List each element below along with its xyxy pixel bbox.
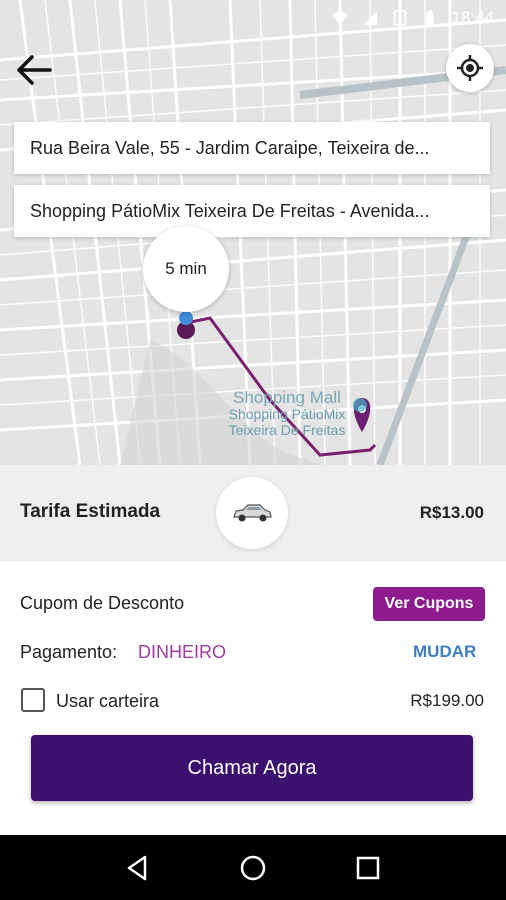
status-time: 18:44: [451, 8, 494, 27]
vehicle-selector[interactable]: [216, 477, 288, 549]
crosshair-icon: [457, 55, 483, 81]
back-button[interactable]: [12, 48, 56, 92]
signal-icon: [363, 10, 378, 26]
fare-value: R$13.00: [419, 503, 484, 522]
poi-category: Shopping Mall: [233, 388, 341, 407]
back-triangle-icon[interactable]: [123, 853, 153, 883]
eta-text: 5 min: [165, 259, 207, 278]
payment-method: DINHEIRO: [138, 642, 227, 662]
payment-label: Pagamento:: [20, 642, 118, 662]
recents-square-icon[interactable]: [353, 853, 383, 883]
booking-panel: Cupom de Desconto Ver Cupons Pagamento: …: [0, 562, 506, 835]
call-now-button[interactable]: Chamar Agora: [31, 735, 473, 801]
view-coupons-button[interactable]: Ver Cupons: [373, 587, 485, 621]
coupon-label: Cupom de Desconto: [20, 593, 185, 613]
wallet-balance: R$199.00: [410, 691, 484, 710]
wifi-icon: [332, 11, 349, 25]
use-wallet-label[interactable]: Usar carteira: [56, 691, 159, 712]
poi-name-line2: Teixeira De Freitas: [228, 422, 346, 438]
eta-bubble: 5 min: [143, 226, 229, 312]
my-location-button[interactable]: [446, 44, 494, 92]
destination-address-field[interactable]: Shopping PátioMix Teixeira De Freitas - …: [14, 185, 490, 237]
status-bar: 18:44: [0, 0, 506, 36]
destination-address-text: Shopping PátioMix Teixeira De Freitas - …: [30, 200, 430, 221]
origin-address-text: Rua Beira Vale, 55 - Jardim Caraipe, Tei…: [30, 137, 430, 158]
arrow-left-icon: [17, 55, 52, 85]
battery-icon: [426, 9, 435, 26]
origin-address-field[interactable]: Rua Beira Vale, 55 - Jardim Caraipe, Tei…: [14, 122, 490, 174]
use-wallet-checkbox[interactable]: [21, 688, 45, 712]
fare-label: Tarifa Estimada: [20, 501, 161, 522]
poi-label: Shopping Mall Shopping PátioMix Teixeira…: [212, 388, 362, 438]
home-circle-icon[interactable]: [238, 853, 268, 883]
no-sim-icon: [394, 9, 407, 27]
android-nav-bar: [0, 835, 506, 900]
car-icon: [233, 504, 272, 522]
poi-name-line1: Shopping PátioMix: [228, 406, 346, 422]
change-payment-button[interactable]: MUDAR: [413, 642, 476, 662]
